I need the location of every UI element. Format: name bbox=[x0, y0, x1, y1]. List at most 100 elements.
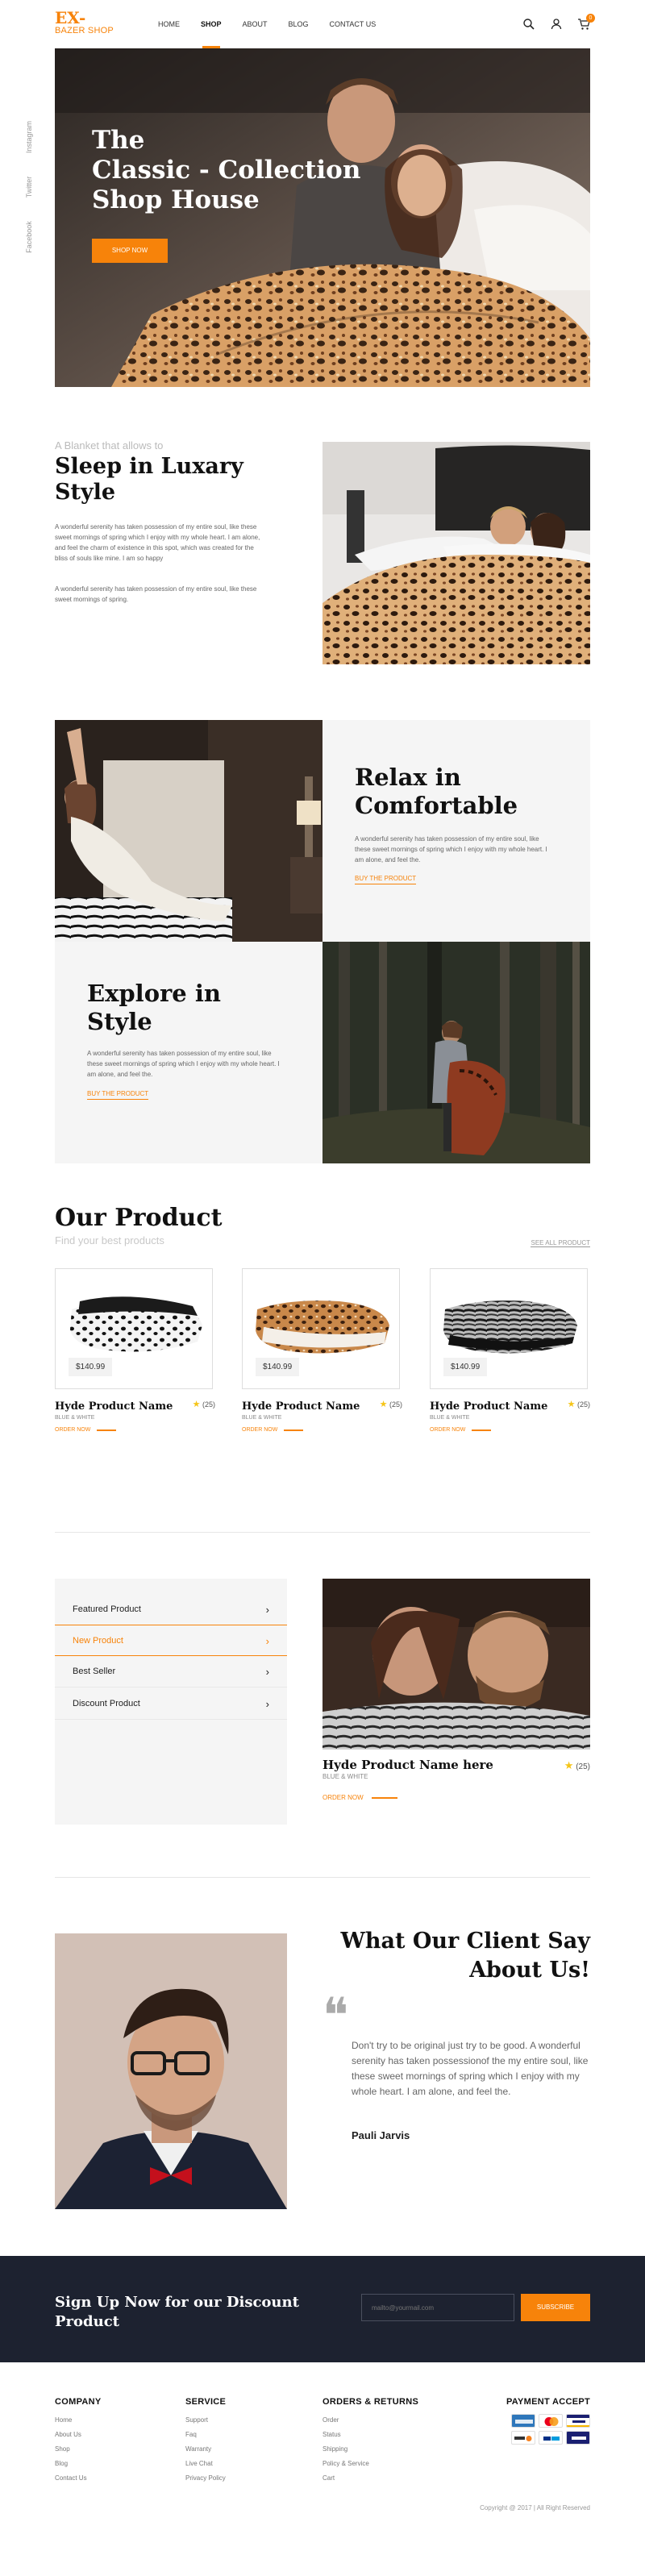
footer-link[interactable]: Support bbox=[185, 2413, 226, 2428]
visa-electron-icon bbox=[566, 2431, 590, 2445]
category-new[interactable]: New Product › bbox=[55, 1625, 287, 1656]
sleep-paragraph: A wonderful serenity has taken possessio… bbox=[55, 523, 260, 562]
footer-link[interactable]: Status bbox=[322, 2428, 418, 2442]
product-image-box[interactable]: $140.99 bbox=[430, 1268, 588, 1389]
footer-link[interactable]: Home bbox=[55, 2413, 102, 2428]
search-icon[interactable] bbox=[522, 18, 535, 31]
relax-image bbox=[55, 720, 322, 942]
sleep-paragraph: A wonderful serenity has taken possessio… bbox=[55, 585, 257, 603]
product-variant: BLUE & WHITE bbox=[55, 1415, 95, 1421]
featured-product-rating: ★ (25) bbox=[564, 1759, 590, 1772]
arrow-line-icon bbox=[97, 1429, 117, 1431]
footer-link[interactable]: Warranty bbox=[185, 2442, 226, 2457]
cart-icon[interactable]: 0 bbox=[577, 14, 595, 31]
cart-count-badge: 0 bbox=[586, 14, 595, 23]
footer-link[interactable]: Shop bbox=[55, 2442, 102, 2457]
testimonial-title-line: About Us! bbox=[469, 1958, 590, 1983]
product-variant: BLUE & WHITE bbox=[430, 1415, 470, 1421]
rating-count: (25) bbox=[389, 1400, 402, 1409]
relax-panel bbox=[322, 720, 590, 942]
footer-link[interactable]: Contact Us bbox=[55, 2471, 102, 2486]
order-now-label: ORDER NOW bbox=[430, 1427, 466, 1433]
discover-icon bbox=[511, 2431, 535, 2445]
category-label: Discount Product bbox=[73, 1699, 140, 1708]
newsletter-email-input[interactable] bbox=[361, 2294, 514, 2321]
social-instagram[interactable]: Instagram bbox=[25, 113, 33, 161]
product-name[interactable]: Hyde Product Name bbox=[55, 1400, 215, 1413]
sleep-subtitle: A Blanket that allows to bbox=[55, 439, 164, 452]
footer-link[interactable]: Policy & Service bbox=[322, 2457, 418, 2471]
subscribe-button[interactable]: SUBSCRIBE bbox=[521, 2294, 590, 2321]
explore-buy-link[interactable]: BUY THE PRODUCT bbox=[87, 1090, 149, 1100]
category-discount[interactable]: Discount Product › bbox=[55, 1688, 287, 1720]
featured-product-variant: BLUE & WHITE bbox=[322, 1773, 368, 1780]
star-icon: ★ bbox=[379, 1400, 388, 1409]
copyright: Copyright @ 2017 | All Right Reserved bbox=[480, 2504, 590, 2511]
nav-blog[interactable]: BLOG bbox=[289, 20, 309, 28]
testimonial-title: What Our Client Say About Us! bbox=[316, 1927, 590, 1985]
user-icon[interactable] bbox=[550, 18, 563, 31]
footer-link[interactable]: Blog bbox=[55, 2457, 102, 2471]
relax-text: A wonderful serenity has taken possessio… bbox=[355, 835, 547, 864]
logo[interactable]: EX- BAZER SHOP bbox=[55, 10, 114, 35]
hero-image bbox=[55, 48, 590, 387]
category-label: Best Seller bbox=[73, 1667, 116, 1676]
rating-count: (25) bbox=[576, 1762, 590, 1771]
relax-buy-link[interactable]: BUY THE PRODUCT bbox=[355, 875, 417, 884]
product-image-box[interactable]: $140.99 bbox=[242, 1268, 400, 1389]
product-card[interactable]: $140.99 Hyde Product Name ★ (25) BLUE & … bbox=[55, 1268, 215, 1433]
product-rating: ★ (25) bbox=[193, 1399, 215, 1409]
product-price: $140.99 bbox=[256, 1358, 300, 1376]
order-now-link[interactable]: ORDER NOW bbox=[55, 1427, 215, 1433]
product-name[interactable]: Hyde Product Name bbox=[242, 1400, 402, 1413]
shop-now-button[interactable]: SHOP NOW bbox=[92, 239, 168, 263]
header-icons: 0 bbox=[522, 14, 595, 31]
footer-heading: PAYMENT ACCEPT bbox=[506, 2397, 590, 2407]
explore-title: Explore in Style bbox=[87, 980, 221, 1036]
footer-link[interactable]: Shipping bbox=[322, 2442, 418, 2457]
nav-about[interactable]: ABOUT bbox=[243, 20, 268, 28]
product-rating: ★ (25) bbox=[380, 1399, 402, 1409]
nav-home[interactable]: HOME bbox=[158, 20, 180, 28]
featured-product-image[interactable] bbox=[322, 1579, 590, 1750]
footer-service: SERVICE Support Faq Warranty Live Chat P… bbox=[185, 2397, 226, 2486]
product-price: $140.99 bbox=[443, 1358, 488, 1376]
category-label: Featured Product bbox=[73, 1604, 141, 1614]
nav-contact[interactable]: CONTACT US bbox=[330, 20, 377, 28]
footer-link[interactable]: Privacy Policy bbox=[185, 2471, 226, 2486]
paypal-icon bbox=[539, 2431, 563, 2445]
footer-link[interactable]: About Us bbox=[55, 2428, 102, 2442]
star-icon: ★ bbox=[192, 1400, 201, 1409]
see-all-products-link[interactable]: SEE ALL PRODUCT bbox=[531, 1239, 590, 1247]
category-best-seller[interactable]: Best Seller › bbox=[55, 1656, 287, 1688]
product-card[interactable]: $140.99 Hyde Product Name ★ (25) BLUE & … bbox=[242, 1268, 402, 1433]
product-card[interactable]: $140.99 Hyde Product Name ★ (25) BLUE & … bbox=[430, 1268, 590, 1433]
star-icon: ★ bbox=[564, 1759, 574, 1771]
star-icon: ★ bbox=[567, 1400, 576, 1409]
explore-text: A wonderful serenity has taken possessio… bbox=[87, 1050, 280, 1078]
main-nav: HOME SHOP ABOUT BLOG CONTACT US bbox=[158, 20, 397, 48]
footer-link[interactable]: Order bbox=[322, 2413, 418, 2428]
newsletter-title: Sign Up Now for our Discount Product bbox=[55, 2294, 299, 2330]
product-name[interactable]: Hyde Product Name bbox=[430, 1400, 590, 1413]
hero-title: The Classic - Collection Shop House bbox=[92, 126, 360, 215]
footer-link[interactable]: Cart bbox=[322, 2471, 418, 2486]
featured-product-name[interactable]: Hyde Product Name here bbox=[322, 1758, 493, 1772]
visa-icon bbox=[566, 2414, 590, 2428]
footer-link[interactable]: Live Chat bbox=[185, 2457, 226, 2471]
footer-link[interactable]: Faq bbox=[185, 2428, 226, 2442]
product-image-box[interactable]: $140.99 bbox=[55, 1268, 213, 1389]
footer-heading: ORDERS & RETURNS bbox=[322, 2397, 419, 2407]
testimonial-quote: Don't try to be original just try to be … bbox=[352, 2040, 589, 2097]
social-twitter[interactable]: Twitter bbox=[25, 163, 33, 211]
nav-shop[interactable]: SHOP bbox=[201, 20, 222, 48]
featured-order-now-link[interactable]: ORDER NOW bbox=[322, 1794, 397, 1801]
order-now-link[interactable]: ORDER NOW bbox=[242, 1427, 402, 1433]
social-facebook[interactable]: Facebook bbox=[25, 213, 33, 261]
category-featured[interactable]: Featured Product › bbox=[55, 1594, 287, 1625]
footer-orders: ORDERS & RETURNS Order Status Shipping P… bbox=[322, 2397, 418, 2486]
order-now-link[interactable]: ORDER NOW bbox=[430, 1427, 590, 1433]
sleep-title-line: Sleep in Luxary bbox=[55, 454, 243, 479]
hero-title-line: The bbox=[92, 126, 145, 155]
hero-banner: The Classic - Collection Shop House SHOP… bbox=[55, 48, 590, 387]
